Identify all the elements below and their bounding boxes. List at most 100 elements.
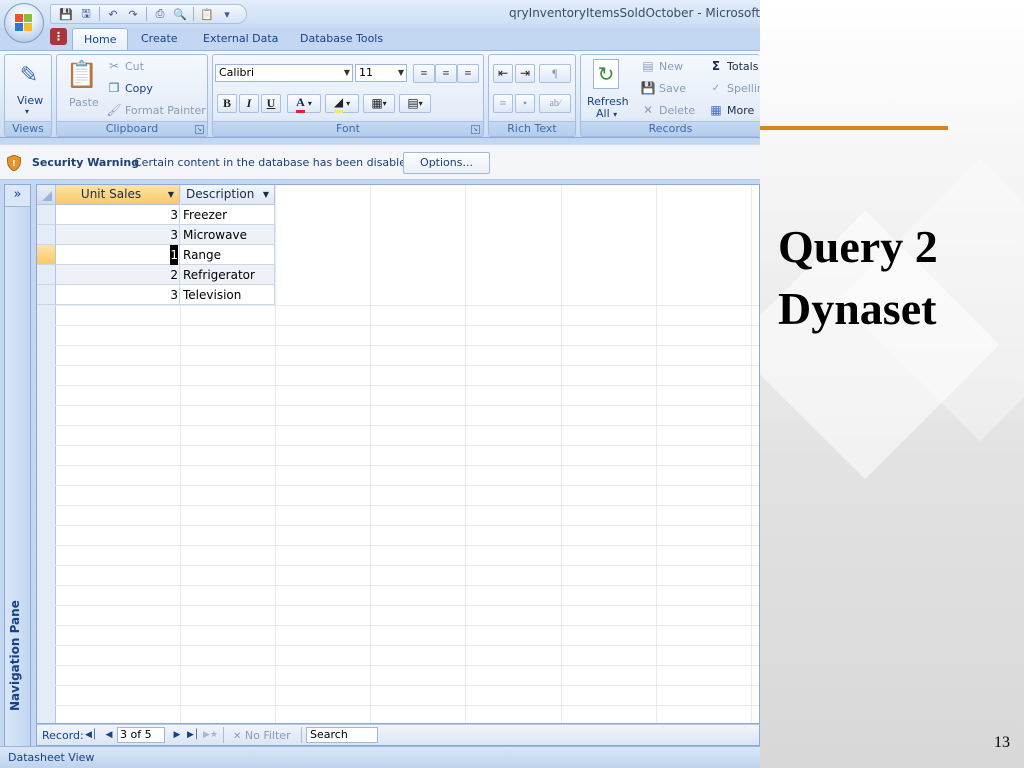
status-bar: Datasheet View	[0, 746, 760, 768]
cut-button[interactable]: Cut	[125, 60, 144, 73]
cell-unit-sales[interactable]: 3	[56, 205, 180, 225]
print-icon[interactable]: ⎙	[151, 6, 169, 22]
column-header-unit-sales[interactable]: Unit Sales ▼	[56, 185, 180, 205]
paste-icon[interactable]: 📋	[198, 6, 216, 22]
save-as-icon[interactable]: 🖫	[77, 6, 95, 22]
spelling-button[interactable]: Spellin	[727, 82, 760, 95]
italic-icon[interactable]: I	[239, 94, 259, 113]
undo-icon[interactable]: ↶	[104, 6, 122, 22]
cell-description[interactable]: Range	[180, 245, 275, 265]
last-record-icon[interactable]: ▶│	[187, 728, 199, 742]
customize-qat-icon[interactable]: ▾	[218, 6, 236, 22]
paragraph-direction-icon[interactable]: ¶	[539, 64, 571, 83]
paste-button[interactable]: Paste	[69, 96, 99, 109]
refresh-icon[interactable]: ↻	[593, 59, 619, 89]
office-button[interactable]	[4, 3, 44, 43]
decrease-indent-icon[interactable]: ⇤	[493, 64, 513, 83]
totals-button[interactable]: Totals	[727, 60, 758, 73]
table-row[interactable]: 3 Microwave	[37, 225, 275, 245]
format-painter-button[interactable]: Format Painter	[125, 104, 206, 117]
more-icon[interactable]: ▦	[709, 103, 723, 117]
delete-record-button[interactable]: Delete	[659, 104, 695, 117]
refresh-all-button-line2[interactable]: All ▾	[596, 107, 617, 120]
cut-icon[interactable]: ✂	[107, 59, 121, 73]
new-record-icon[interactable]: ▤	[641, 59, 655, 73]
search-input[interactable]: Search	[306, 727, 378, 743]
chevron-down-icon[interactable]: ▼	[168, 185, 174, 204]
current-record-input[interactable]: 3 of 5	[117, 727, 165, 743]
bullets-icon[interactable]: •	[515, 94, 535, 113]
grid-row-line	[37, 385, 759, 386]
save-record-icon[interactable]: 💾	[641, 81, 656, 95]
cell-description[interactable]: Microwave	[180, 225, 275, 245]
expand-nav-pane-icon[interactable]: »	[5, 185, 30, 207]
gridlines-icon[interactable]: ▦ ▾	[363, 94, 395, 113]
record-selector[interactable]	[37, 245, 56, 265]
first-record-icon[interactable]: ◀│	[85, 728, 97, 742]
align-center-icon[interactable]: ≡	[435, 64, 457, 83]
more-button[interactable]: More	[727, 104, 754, 117]
tab-create[interactable]: Create	[130, 28, 189, 50]
cell-unit-sales[interactable]: 3	[56, 285, 180, 305]
align-left-icon[interactable]: ≡	[413, 64, 435, 83]
delete-icon[interactable]: ✕	[641, 103, 655, 117]
copy-icon[interactable]: ❐	[107, 81, 121, 95]
font-launcher-icon[interactable]: ↘	[471, 125, 480, 134]
cell-unit-sales[interactable]: 1	[56, 245, 180, 265]
record-selector[interactable]	[37, 265, 56, 285]
font-name-select[interactable]: Calibri ▼	[215, 64, 353, 82]
underline-icon[interactable]: U	[261, 94, 281, 113]
table-row[interactable]: 3 Television	[37, 285, 275, 305]
spelling-icon[interactable]: ✓	[709, 81, 723, 95]
options-button[interactable]: Options...	[403, 152, 490, 174]
chevron-down-icon: ▼	[397, 68, 404, 77]
filter-indicator[interactable]: ✕ No Filter	[233, 729, 291, 742]
cell-description[interactable]: Refrigerator	[180, 265, 275, 285]
bold-icon[interactable]: B	[217, 94, 237, 113]
copy-button[interactable]: Copy	[125, 82, 153, 95]
save-icon[interactable]: 💾	[57, 6, 75, 22]
record-selector[interactable]	[37, 225, 56, 245]
previous-record-icon[interactable]: ◀	[103, 728, 115, 742]
totals-icon[interactable]: Σ	[709, 59, 723, 73]
font-size-select[interactable]: 11 ▼	[355, 64, 407, 82]
alternate-fill-icon[interactable]: ▤ ▾	[399, 94, 431, 113]
table-row[interactable]: 1 Range	[37, 245, 275, 265]
fill-color-icon[interactable]: ◢ ▾	[325, 94, 359, 113]
highlight-icon[interactable]: ab∕	[539, 94, 571, 113]
column-header-description[interactable]: Description ▼	[180, 185, 275, 205]
clipboard-launcher-icon[interactable]: ↘	[195, 125, 204, 134]
new-record-button[interactable]: New	[659, 60, 683, 73]
cell-description[interactable]: Television	[180, 285, 275, 305]
tab-external-data[interactable]: External Data	[192, 28, 289, 50]
cell-description[interactable]: Freezer	[180, 205, 275, 225]
next-record-icon[interactable]: ▶	[171, 728, 183, 742]
increase-indent-icon[interactable]: ⇥	[515, 64, 535, 83]
new-blank-record-icon[interactable]: ▶★	[203, 728, 218, 742]
redo-icon[interactable]: ↷	[124, 6, 142, 22]
tab-database-tools[interactable]: Database Tools	[289, 28, 394, 50]
cell-unit-sales[interactable]: 3	[56, 225, 180, 245]
navigation-pane[interactable]: » Navigation Pane	[4, 184, 31, 748]
select-all-button[interactable]	[37, 185, 56, 205]
view-icon[interactable]: ✎	[15, 61, 43, 89]
svg-text:!: !	[12, 159, 16, 168]
font-color-icon[interactable]: A ▾	[287, 94, 321, 113]
navigation-pane-label[interactable]: Navigation Pane	[8, 600, 22, 711]
table-row[interactable]: 3 Freezer	[37, 205, 275, 225]
view-dropdown-icon[interactable]: ▾	[25, 107, 29, 116]
filter-label: No Filter	[244, 729, 291, 742]
numbering-icon[interactable]: ≡	[493, 94, 513, 113]
table-row[interactable]: 2 Refrigerator	[37, 265, 275, 285]
format-painter-icon[interactable]: 🖌	[106, 103, 121, 117]
record-selector[interactable]	[37, 205, 56, 225]
print-preview-icon[interactable]: 🔍	[171, 6, 189, 22]
paste-icon[interactable]: 📋	[66, 59, 98, 91]
view-button[interactable]: View	[17, 94, 43, 107]
record-selector[interactable]	[37, 285, 56, 305]
tab-home[interactable]: Home	[72, 28, 129, 50]
align-right-icon[interactable]: ≡	[457, 64, 479, 83]
save-record-button[interactable]: Save	[659, 82, 686, 95]
chevron-down-icon[interactable]: ▼	[263, 185, 269, 204]
cell-unit-sales[interactable]: 2	[56, 265, 180, 285]
